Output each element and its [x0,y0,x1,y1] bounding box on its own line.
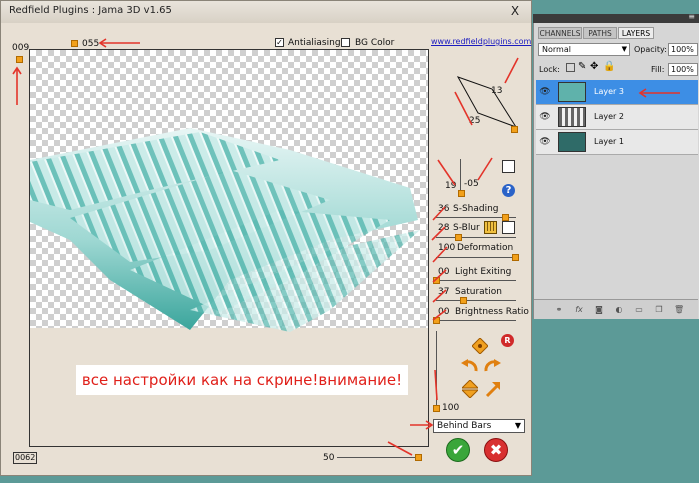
annotation-arrows [12,38,680,456]
